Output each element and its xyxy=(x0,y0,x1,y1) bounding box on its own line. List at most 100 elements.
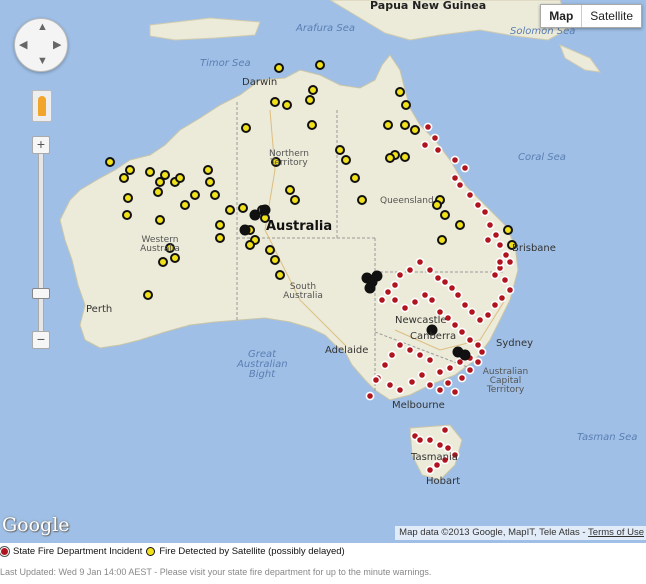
incident-marker[interactable] xyxy=(505,285,515,295)
map-canvas[interactable]: Papua New Guinea Arafura Sea Timor Sea S… xyxy=(0,0,646,543)
satellite-marker-cluster[interactable] xyxy=(364,282,376,294)
incident-marker[interactable] xyxy=(465,190,475,200)
incident-marker[interactable] xyxy=(400,303,410,313)
satellite-marker[interactable] xyxy=(383,120,393,130)
incident-marker[interactable] xyxy=(371,375,381,385)
incident-marker[interactable] xyxy=(500,275,510,285)
incident-marker[interactable] xyxy=(457,373,467,383)
incident-marker[interactable] xyxy=(443,378,453,388)
pegman-icon[interactable] xyxy=(32,90,52,122)
satellite-marker-cluster[interactable] xyxy=(259,204,271,216)
incident-marker[interactable] xyxy=(490,270,500,280)
incident-marker[interactable] xyxy=(450,173,460,183)
satellite-marker[interactable] xyxy=(180,200,190,210)
satellite-marker[interactable] xyxy=(437,235,447,245)
incident-marker[interactable] xyxy=(415,257,425,267)
incident-marker[interactable] xyxy=(417,370,427,380)
satellite-marker[interactable] xyxy=(395,87,405,97)
pan-down-icon[interactable]: ▼ xyxy=(37,55,48,67)
satellite-marker[interactable] xyxy=(241,123,251,133)
satellite-marker[interactable] xyxy=(119,173,129,183)
satellite-marker-cluster[interactable] xyxy=(459,349,471,361)
incident-marker[interactable] xyxy=(473,340,483,350)
incident-marker[interactable] xyxy=(425,465,435,475)
incident-marker[interactable] xyxy=(450,387,460,397)
satellite-marker[interactable] xyxy=(210,190,220,200)
incident-marker[interactable] xyxy=(501,250,511,260)
satellite-marker[interactable] xyxy=(225,205,235,215)
incident-marker[interactable] xyxy=(443,443,453,453)
satellite-marker[interactable] xyxy=(190,190,200,200)
incident-marker[interactable] xyxy=(365,391,375,401)
satellite-marker[interactable] xyxy=(175,173,185,183)
incident-marker[interactable] xyxy=(490,300,500,310)
incident-marker[interactable] xyxy=(453,290,463,300)
satellite-marker[interactable] xyxy=(401,100,411,110)
satellite-marker[interactable] xyxy=(215,233,225,243)
incident-marker[interactable] xyxy=(450,320,460,330)
satellite-marker-cluster[interactable] xyxy=(249,209,261,221)
incident-marker[interactable] xyxy=(423,122,433,132)
incident-marker[interactable] xyxy=(427,295,437,305)
incident-marker[interactable] xyxy=(415,435,425,445)
satellite-marker[interactable] xyxy=(160,170,170,180)
pan-left-icon[interactable]: ◀ xyxy=(19,38,27,51)
incident-marker[interactable] xyxy=(420,140,430,150)
incident-marker[interactable] xyxy=(433,273,443,283)
incident-marker[interactable] xyxy=(447,283,457,293)
incident-marker[interactable] xyxy=(467,307,477,317)
incident-marker[interactable] xyxy=(425,435,435,445)
incident-marker[interactable] xyxy=(435,440,445,450)
incident-marker[interactable] xyxy=(395,340,405,350)
satellite-marker[interactable] xyxy=(335,145,345,155)
satellite-marker[interactable] xyxy=(315,60,325,70)
zoom-slider-track[interactable] xyxy=(38,153,44,333)
pan-right-icon[interactable]: ▶ xyxy=(53,38,61,51)
incident-marker[interactable] xyxy=(385,380,395,390)
satellite-marker-cluster[interactable] xyxy=(239,224,251,236)
incident-marker[interactable] xyxy=(390,295,400,305)
incident-marker[interactable] xyxy=(440,277,450,287)
satellite-marker-cluster[interactable] xyxy=(371,270,383,282)
satellite-marker[interactable] xyxy=(385,153,395,163)
incident-marker[interactable] xyxy=(457,327,467,337)
satellite-marker[interactable] xyxy=(410,125,420,135)
satellite-marker[interactable] xyxy=(285,185,295,195)
satellite-marker[interactable] xyxy=(215,220,225,230)
incident-marker[interactable] xyxy=(415,350,425,360)
satellite-marker[interactable] xyxy=(203,165,213,175)
pan-up-icon[interactable]: ▲ xyxy=(37,21,48,33)
satellite-marker[interactable] xyxy=(275,270,285,280)
satellite-marker[interactable] xyxy=(305,95,315,105)
incident-marker[interactable] xyxy=(407,377,417,387)
satellite-marker[interactable] xyxy=(357,195,367,205)
satellite-marker[interactable] xyxy=(432,200,442,210)
incident-marker[interactable] xyxy=(465,365,475,375)
incident-marker[interactable] xyxy=(410,297,420,307)
satellite-marker[interactable] xyxy=(455,220,465,230)
map-type-map-button[interactable]: Map xyxy=(541,5,583,27)
satellite-marker[interactable] xyxy=(143,290,153,300)
incident-marker[interactable] xyxy=(435,367,445,377)
incident-marker[interactable] xyxy=(430,133,440,143)
incident-marker[interactable] xyxy=(395,270,405,280)
incident-marker[interactable] xyxy=(460,163,470,173)
satellite-marker[interactable] xyxy=(270,255,280,265)
satellite-marker[interactable] xyxy=(440,210,450,220)
satellite-marker[interactable] xyxy=(153,187,163,197)
satellite-marker[interactable] xyxy=(341,155,351,165)
satellite-marker[interactable] xyxy=(400,120,410,130)
incident-marker[interactable] xyxy=(420,290,430,300)
satellite-marker[interactable] xyxy=(245,240,255,250)
incident-marker[interactable] xyxy=(380,360,390,370)
incident-marker[interactable] xyxy=(383,287,393,297)
satellite-marker[interactable] xyxy=(158,257,168,267)
incident-marker[interactable] xyxy=(377,295,387,305)
incident-marker[interactable] xyxy=(405,345,415,355)
incident-marker[interactable] xyxy=(390,280,400,290)
incident-marker[interactable] xyxy=(491,230,501,240)
satellite-marker[interactable] xyxy=(282,100,292,110)
incident-marker[interactable] xyxy=(425,355,435,365)
incident-marker[interactable] xyxy=(483,235,493,245)
satellite-marker[interactable] xyxy=(145,167,155,177)
